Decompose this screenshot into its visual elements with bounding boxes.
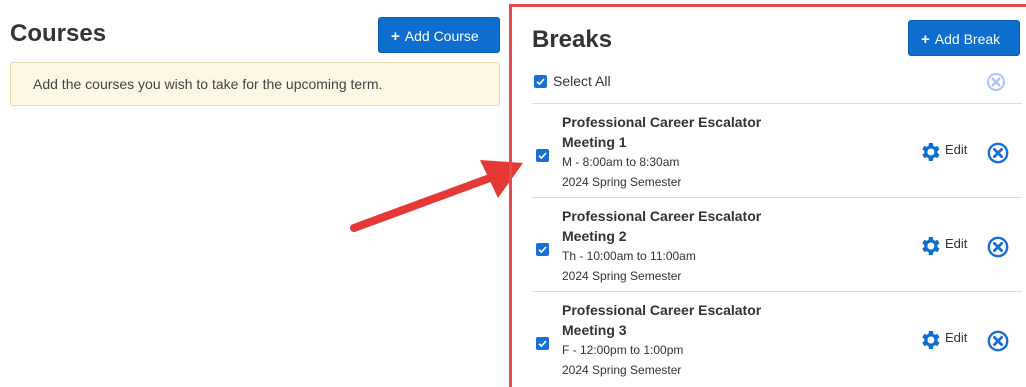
list-item: Professional Career Escalator Meeting 1 … <box>532 103 1022 197</box>
break-checkbox[interactable] <box>536 149 549 162</box>
break-details: Professional Career Escalator Meeting 3 … <box>562 300 761 380</box>
break-time: F - 12:00pm to 1:00pm <box>562 343 684 357</box>
list-item: Professional Career Escalator Meeting 2 … <box>532 197 1022 291</box>
break-details: Professional Career Escalator Meeting 2 … <box>562 206 761 286</box>
break-time: M - 8:00am to 8:30am <box>562 155 680 169</box>
list-item: Professional Career Escalator Meeting 3 … <box>532 291 1022 385</box>
circle-x-icon[interactable] <box>987 142 1009 164</box>
break-term: 2024 Spring Semester <box>562 269 682 283</box>
break-title-line1: Professional Career Escalator <box>562 208 762 224</box>
add-course-button[interactable]: + Add Course <box>378 17 500 53</box>
add-course-label: Add Course <box>404 28 479 44</box>
check-icon <box>534 74 547 88</box>
breaks-title: Breaks <box>532 26 613 53</box>
edit-label: Edit <box>945 330 968 345</box>
break-time: Th - 10:00am to 11:00am <box>562 249 696 263</box>
break-title-line2: Meeting 3 <box>562 322 627 338</box>
edit-button[interactable]: Edit <box>918 328 967 352</box>
gear-icon <box>922 331 940 349</box>
break-checkbox[interactable] <box>536 243 549 256</box>
break-title-line1: Professional Career Escalator <box>562 114 762 130</box>
plus-icon: + <box>921 31 930 48</box>
gear-icon <box>922 143 940 161</box>
edit-button[interactable]: Edit <box>918 140 967 164</box>
edit-label: Edit <box>945 142 968 157</box>
plus-icon: + <box>391 28 400 45</box>
courses-title: Courses <box>10 20 107 47</box>
courses-notice: Add the courses you wish to take for the… <box>10 62 500 106</box>
breaks-list: Professional Career Escalator Meeting 1 … <box>532 103 1022 385</box>
select-all-checkbox[interactable]: Select All <box>534 73 611 89</box>
break-checkbox[interactable] <box>536 337 549 350</box>
break-title-line2: Meeting 1 <box>562 134 627 150</box>
break-details: Professional Career Escalator Meeting 1 … <box>562 112 761 192</box>
circle-x-icon[interactable] <box>987 236 1009 258</box>
clear-all-icon[interactable] <box>986 72 1006 92</box>
break-term: 2024 Spring Semester <box>562 175 682 189</box>
add-break-button[interactable]: + Add Break <box>908 20 1020 56</box>
break-title-line2: Meeting 2 <box>562 228 627 244</box>
edit-button[interactable]: Edit <box>918 234 967 258</box>
add-break-label: Add Break <box>934 31 1001 47</box>
edit-label: Edit <box>945 236 968 251</box>
select-all-label: Select All <box>553 73 611 89</box>
break-title-line1: Professional Career Escalator <box>562 302 762 318</box>
breaks-section: Breaks + Add Break Select All Professiona… <box>509 4 1026 387</box>
circle-x-icon[interactable] <box>987 330 1009 352</box>
gear-icon <box>922 237 940 255</box>
break-term: 2024 Spring Semester <box>562 363 682 377</box>
